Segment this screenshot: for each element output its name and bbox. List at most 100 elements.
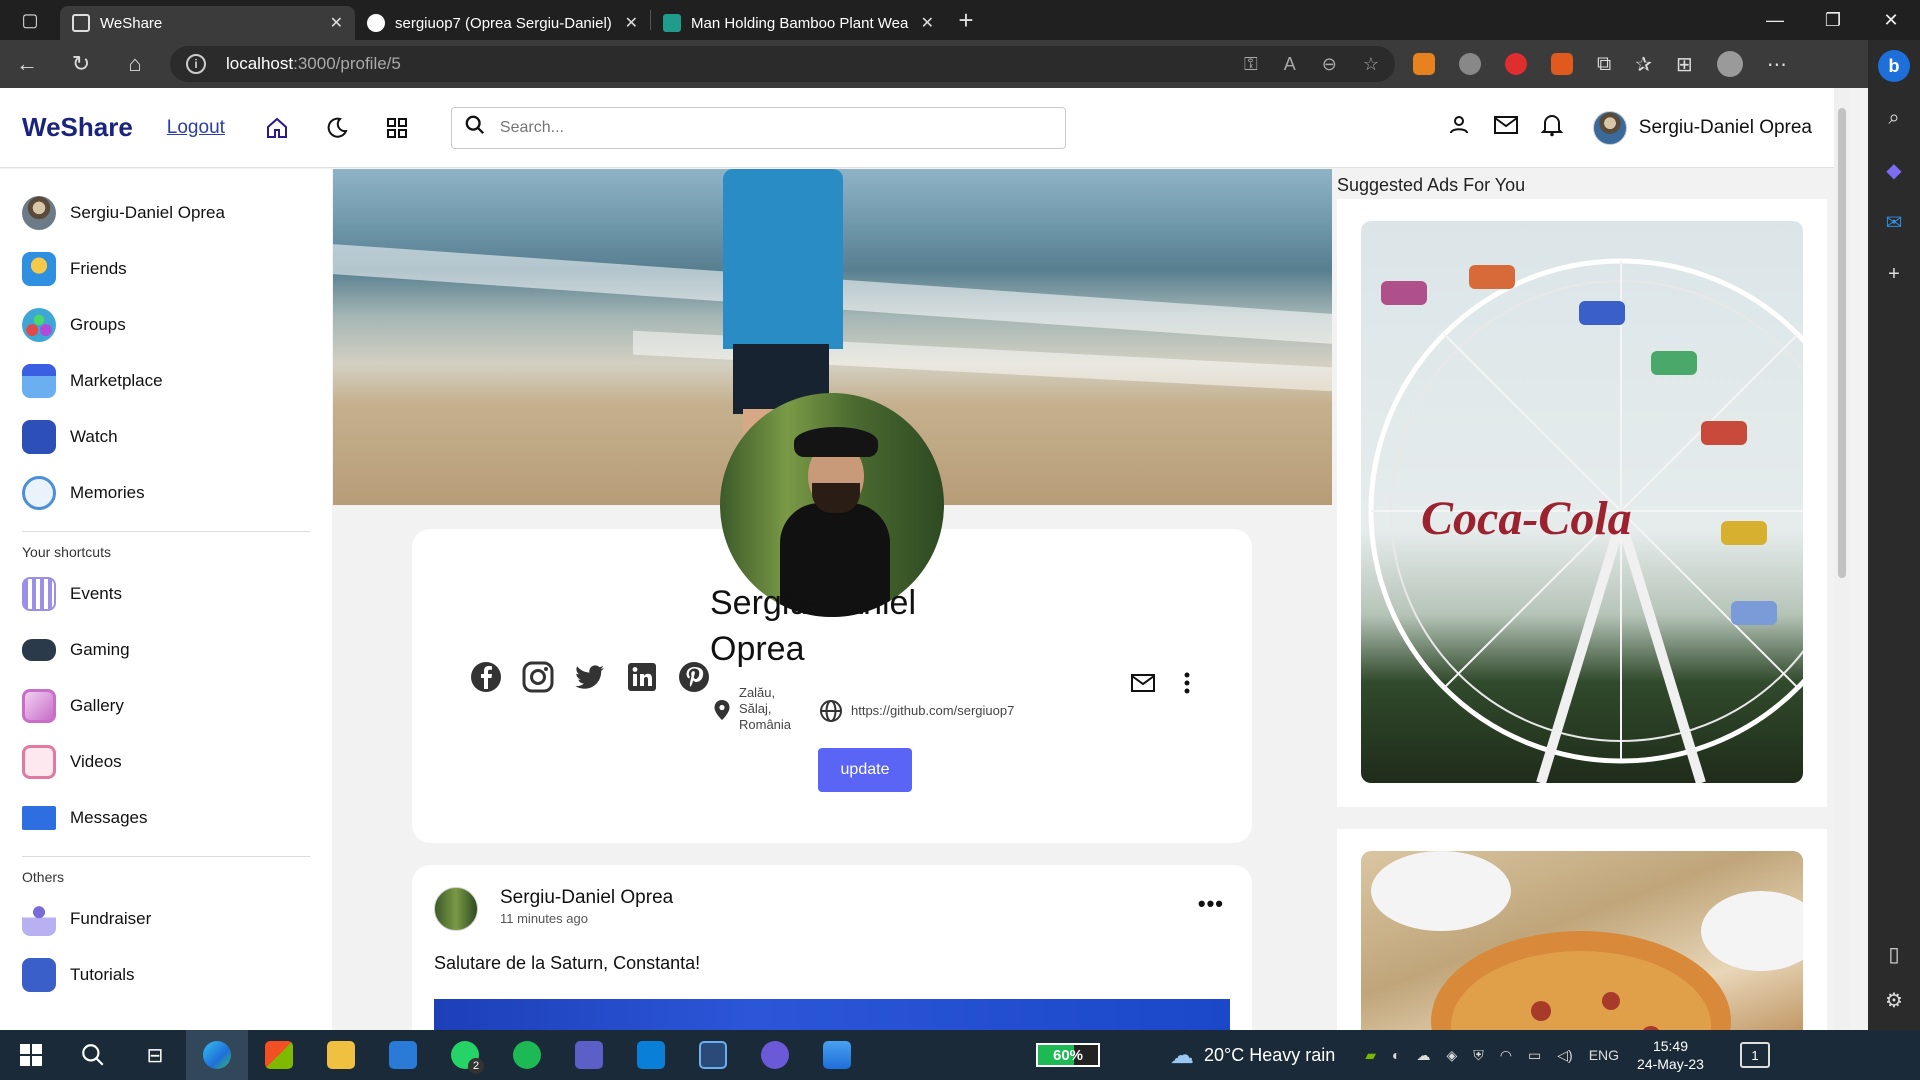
task-view-icon[interactable]: ⊟ [124, 1030, 186, 1080]
profile-icon[interactable] [1716, 51, 1743, 77]
taskbar-clock[interactable]: 15:49 24-May-23 [1637, 1037, 1704, 1073]
home-nav-icon[interactable] [247, 108, 307, 148]
post-more-icon[interactable]: ••• [1198, 891, 1224, 917]
extension-red-icon[interactable] [1505, 53, 1527, 75]
sidebar-item-gallery[interactable]: Gallery [22, 678, 310, 734]
message-icon[interactable] [1130, 672, 1156, 699]
mail-app-icon[interactable] [372, 1030, 434, 1080]
tab-weshare[interactable]: WeShare ✕ [60, 6, 355, 40]
discord-icon[interactable]: ◐ [1392, 1047, 1400, 1063]
whatsapp-icon[interactable]: 2 [434, 1030, 496, 1080]
person-icon[interactable] [1447, 113, 1471, 142]
sidebar-item-tutorials[interactable]: Tutorials [22, 947, 310, 1003]
battery-tray-icon[interactable]: ▭ [1528, 1047, 1541, 1064]
sidebar-layout-icon[interactable]: ▯ [1868, 928, 1920, 980]
snipping-tool-icon[interactable] [682, 1030, 744, 1080]
ad-card[interactable] [1337, 829, 1827, 1030]
site-info-icon[interactable]: i [186, 54, 206, 74]
more-vertical-icon[interactable] [1184, 672, 1190, 699]
home-icon[interactable]: ⌂ [108, 40, 162, 88]
extensions-icon[interactable]: ⧉ [1597, 53, 1611, 76]
collections-icon[interactable]: ⊞ [1676, 52, 1693, 77]
weather-widget[interactable]: ☁ 20°C Heavy rain [1170, 1041, 1335, 1070]
bell-icon[interactable] [1540, 113, 1564, 142]
ad-image-pizza[interactable] [1361, 851, 1803, 1030]
metamask-icon[interactable] [1413, 53, 1435, 75]
volume-icon[interactable]: ◁) [1557, 1047, 1572, 1064]
close-tab-icon[interactable]: ✕ [330, 13, 343, 33]
tab-actions-icon[interactable]: ▢ [0, 0, 60, 40]
sidebar-item-profile[interactable]: Sergiu-Daniel Oprea [22, 185, 310, 241]
bing-chat-icon[interactable]: b [1868, 40, 1920, 92]
ad-card[interactable]: Coca-Cola [1337, 199, 1827, 807]
page-scrollbar[interactable] [1834, 88, 1850, 1030]
instagram-icon[interactable] [521, 660, 555, 694]
sidebar-search-icon[interactable]: ⌕ [1868, 92, 1920, 144]
apps-grid-icon[interactable] [367, 108, 427, 148]
mail-icon[interactable] [1493, 114, 1519, 141]
profile-website-link[interactable]: https://github.com/sergiuop7 [851, 703, 1014, 718]
scrollbar-thumb[interactable] [1838, 108, 1846, 578]
close-tab-icon[interactable]: ✕ [921, 13, 934, 33]
app-logo[interactable]: WeShare [22, 112, 133, 143]
url-input[interactable]: i localhost:3000/profile/5 ⚿ A ⊖ ☆ [170, 46, 1395, 82]
sidebar-item-messages[interactable]: Messages [22, 790, 310, 846]
linkedin-icon[interactable] [625, 660, 659, 694]
minimize-icon[interactable]: — [1746, 0, 1804, 40]
coupon-icon[interactable] [1459, 53, 1481, 75]
refresh-icon[interactable]: ↻ [54, 40, 108, 88]
extension-flame-icon[interactable] [1551, 53, 1573, 75]
tab-github[interactable]: sergiuop7 (Oprea Sergiu-Daniel) ✕ [355, 6, 650, 40]
obs-icon[interactable] [744, 1030, 806, 1080]
teams-icon[interactable] [558, 1030, 620, 1080]
sidebar-discover-icon[interactable]: ◆ [1868, 144, 1920, 196]
language-indicator[interactable]: ENG [1589, 1047, 1619, 1063]
pinterest-icon[interactable] [677, 660, 711, 694]
favorites-icon[interactable]: ✰ [1635, 52, 1652, 77]
sidebar-item-events[interactable]: Events [22, 566, 310, 622]
store-icon[interactable] [248, 1030, 310, 1080]
back-icon[interactable]: ← [0, 40, 54, 88]
key-icon[interactable]: ⚿ [1244, 54, 1258, 75]
post-image[interactable] [434, 999, 1230, 1030]
maximize-icon[interactable]: ❐ [1804, 0, 1862, 40]
sidebar-item-marketplace[interactable]: Marketplace [22, 353, 310, 409]
spotify-icon[interactable] [496, 1030, 558, 1080]
new-tab-icon[interactable]: + [946, 5, 986, 36]
tab-pexels[interactable]: Man Holding Bamboo Plant Wea ✕ [651, 6, 946, 40]
battery-indicator[interactable]: 60% [1036, 1043, 1100, 1067]
outlook-icon[interactable]: ✉ [1868, 196, 1920, 248]
search-box[interactable] [450, 106, 1066, 149]
onedrive-icon[interactable]: ☁ [1417, 1047, 1431, 1064]
close-window-icon[interactable]: ✕ [1862, 0, 1920, 40]
zoom-icon[interactable]: ⊖ [1322, 54, 1337, 75]
nvidia-icon[interactable]: ▰ [1365, 1047, 1376, 1064]
header-user[interactable]: Sergiu-Daniel Oprea [1592, 110, 1812, 145]
edge-taskbar-icon[interactable] [186, 1030, 248, 1080]
dark-mode-icon[interactable] [307, 108, 367, 148]
teams-tray-icon[interactable]: ◈ [1447, 1047, 1458, 1064]
search-input[interactable] [499, 118, 1053, 137]
read-aloud-icon[interactable]: A [1284, 54, 1296, 75]
logout-link[interactable]: Logout [167, 117, 225, 139]
facebook-icon[interactable] [469, 660, 503, 694]
vscode-icon[interactable] [620, 1030, 682, 1080]
twitter-icon[interactable] [573, 660, 607, 694]
windows-start-icon[interactable] [0, 1030, 62, 1080]
sidebar-item-fundraiser[interactable]: Fundraiser [22, 891, 310, 947]
notifications-icon[interactable]: 1 [1739, 1042, 1770, 1068]
sidebar-item-videos[interactable]: Videos [22, 734, 310, 790]
ad-image-ferris-wheel[interactable]: Coca-Cola [1361, 221, 1803, 783]
sidebar-item-friends[interactable]: Friends [22, 241, 310, 297]
sidebar-settings-icon[interactable]: ⚙ [1868, 974, 1920, 1026]
close-tab-icon[interactable]: ✕ [625, 13, 638, 33]
more-options-icon[interactable]: ⋯ [1767, 52, 1787, 77]
file-explorer-icon[interactable] [310, 1030, 372, 1080]
security-icon[interactable]: ⛨ [1473, 1047, 1484, 1064]
sidebar-add-icon[interactable]: + [1868, 248, 1920, 300]
update-button[interactable]: update [818, 748, 912, 792]
favorite-icon[interactable]: ☆ [1363, 54, 1379, 75]
post-avatar[interactable] [434, 887, 478, 931]
photos-icon[interactable] [806, 1030, 868, 1080]
sidebar-item-watch[interactable]: Watch [22, 409, 310, 465]
